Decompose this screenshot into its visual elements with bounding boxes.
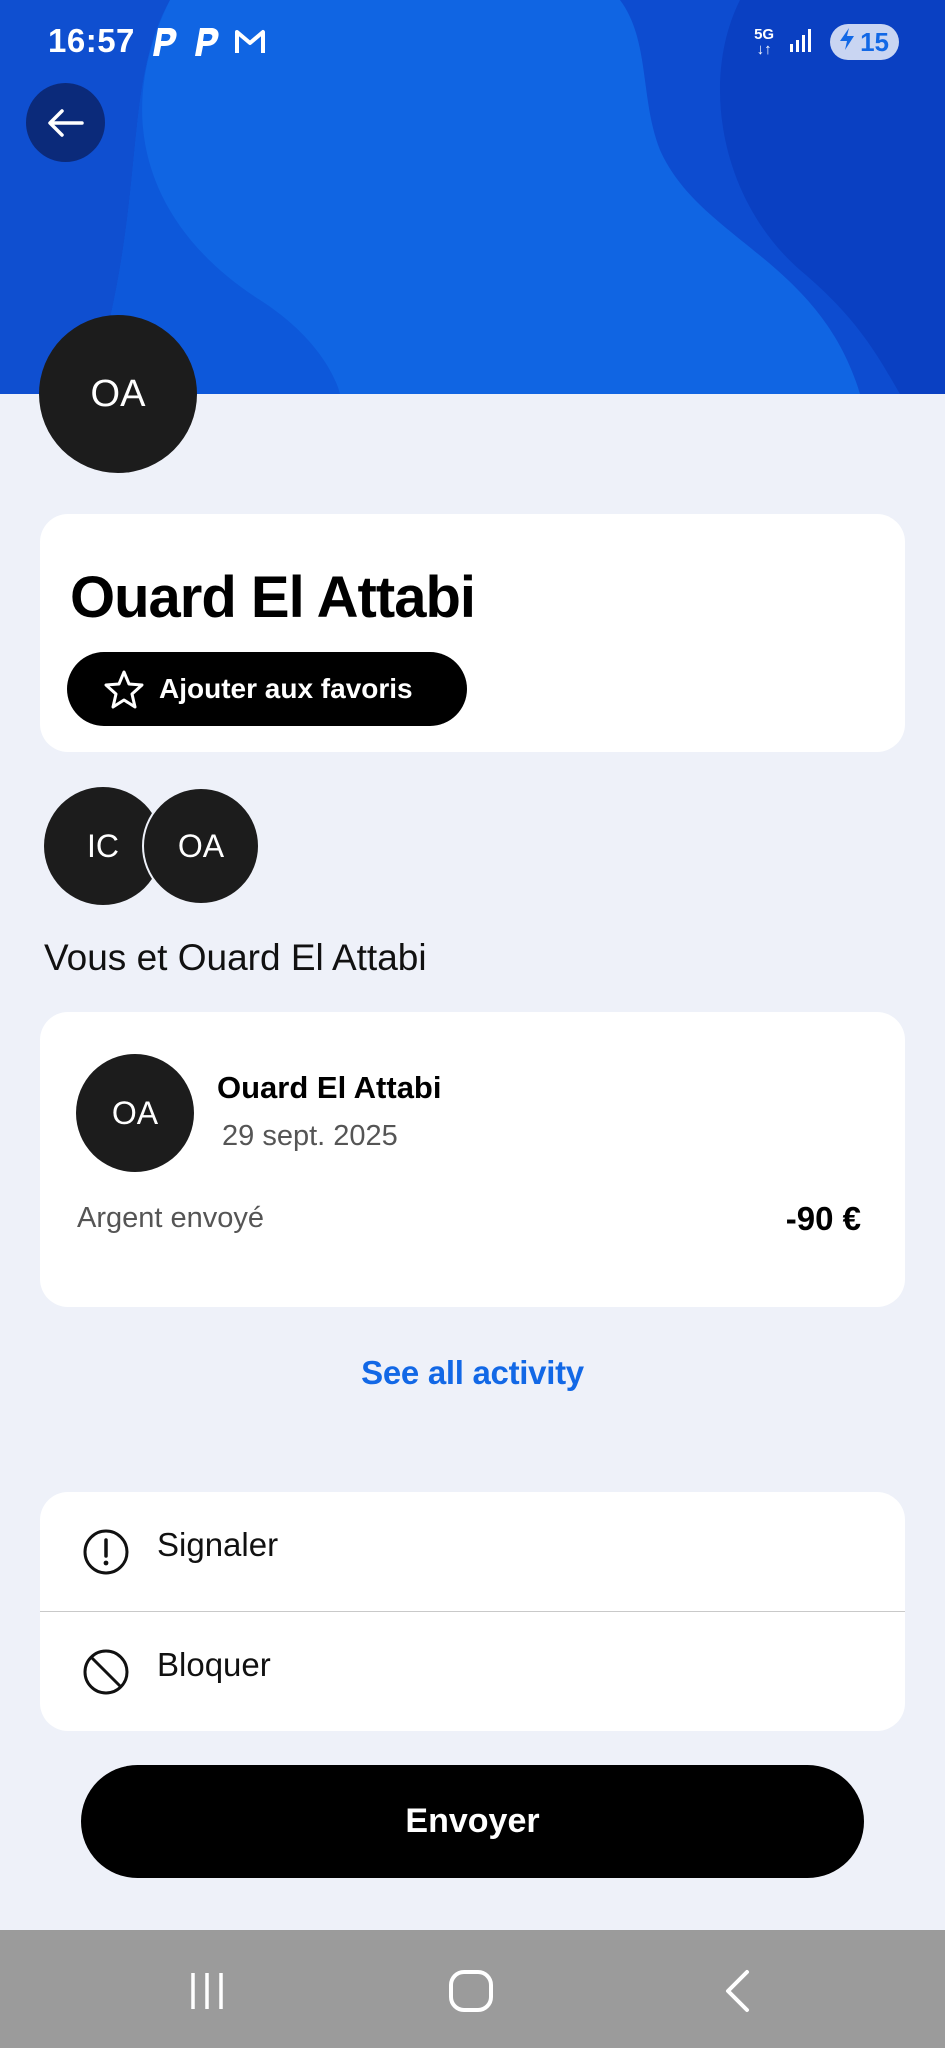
add-to-favorites-label: Ajouter aux favoris bbox=[159, 673, 413, 704]
charging-bolt-icon bbox=[838, 27, 856, 58]
star-icon bbox=[104, 670, 144, 709]
system-nav-bar bbox=[0, 1930, 945, 2048]
activity-amount: -90 € bbox=[785, 1200, 861, 1237]
data-arrows-icon: ↓↑ bbox=[756, 41, 772, 58]
activity-card[interactable]: OA Ouard El Attabi 29 sept. 2025 Argent … bbox=[40, 1012, 905, 1307]
activity-date: 29 sept. 2025 bbox=[222, 1120, 398, 1152]
gmail-icon bbox=[234, 26, 265, 58]
block-menu-item[interactable]: Bloquer bbox=[40, 1612, 905, 1731]
battery-level: 15 bbox=[860, 26, 889, 57]
alert-circle-icon bbox=[83, 1529, 129, 1575]
status-bar: 16:57 5G ↓↑ 15 bbox=[0, 0, 945, 86]
report-menu-item[interactable]: Signaler bbox=[40, 1492, 905, 1611]
home-icon bbox=[449, 1970, 493, 2012]
report-label: Signaler bbox=[157, 1526, 279, 1563]
home-button[interactable] bbox=[441, 1966, 501, 2016]
profile-name-card: Ouard El Attabi Ajouter aux favoris bbox=[40, 514, 905, 752]
add-to-favorites-button[interactable]: Ajouter aux favoris bbox=[67, 652, 467, 726]
block-label: Bloquer bbox=[157, 1646, 271, 1683]
actions-menu: Signaler Bloquer bbox=[40, 1492, 905, 1731]
send-button[interactable]: Envoyer bbox=[81, 1765, 864, 1878]
activity-name: Ouard El Attabi bbox=[217, 1070, 442, 1105]
status-time: 16:57 bbox=[48, 22, 135, 59]
chevron-left-icon bbox=[726, 1970, 749, 2012]
see-all-activity-link[interactable]: See all activity bbox=[0, 1354, 945, 1392]
signal-icon bbox=[788, 26, 816, 59]
arrow-left-icon bbox=[47, 108, 84, 137]
status-right-icons: 5G ↓↑ 15 bbox=[754, 24, 899, 60]
profile-avatar: OA bbox=[39, 315, 197, 473]
back-button[interactable] bbox=[26, 83, 105, 162]
paypal-icon bbox=[192, 26, 222, 58]
network-indicator: 5G ↓↑ bbox=[754, 27, 774, 57]
battery-indicator: 15 bbox=[830, 24, 899, 60]
system-back-button[interactable] bbox=[707, 1966, 767, 2016]
shared-section-label: Vous et Ouard El Attabi bbox=[44, 937, 427, 978]
recent-apps-icon bbox=[191, 1973, 223, 2009]
activity-type: Argent envoyé bbox=[77, 1202, 265, 1234]
profile-name: Ouard El Attabi bbox=[70, 565, 476, 630]
notification-icons bbox=[150, 26, 265, 58]
recent-apps-button[interactable] bbox=[177, 1966, 237, 2016]
paypal-icon bbox=[150, 26, 180, 58]
avatar-contact: OA bbox=[142, 787, 260, 905]
block-icon bbox=[83, 1649, 129, 1695]
activity-avatar: OA bbox=[76, 1054, 194, 1172]
network-type-label: 5G bbox=[754, 26, 775, 43]
